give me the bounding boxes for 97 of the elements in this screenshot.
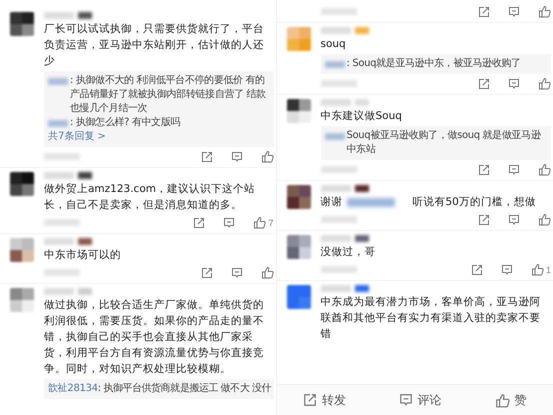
blurred-date	[320, 8, 356, 15]
share-icon	[478, 78, 490, 90]
thumbs-up-icon	[494, 392, 510, 408]
comment-button[interactable]	[230, 266, 242, 278]
blurred-date	[320, 166, 356, 173]
comment-button[interactable]	[508, 214, 520, 226]
blurred-username	[320, 27, 368, 34]
blurred-username	[324, 61, 344, 68]
comment-icon	[230, 150, 242, 162]
share-icon	[478, 6, 490, 18]
comment-icon	[508, 78, 520, 90]
comment-button[interactable]	[223, 216, 236, 228]
reply-text: : 执御怎么样? 有中文版吗	[70, 116, 182, 130]
avatar[interactable]	[286, 185, 310, 209]
thumbs-up-icon	[530, 263, 544, 276]
share-button[interactable]	[478, 164, 490, 176]
blurred-date	[44, 153, 80, 160]
like-button[interactable]	[538, 5, 551, 18]
like-button[interactable]: 1	[530, 263, 551, 276]
blurred-username	[48, 78, 68, 85]
share-icon	[200, 150, 212, 162]
share-icon	[478, 214, 490, 226]
thumbs-up-icon	[538, 213, 551, 226]
blurred-username	[44, 288, 92, 295]
share-icon	[200, 266, 212, 278]
avatar[interactable]	[10, 172, 34, 196]
comment-button[interactable]	[508, 164, 520, 176]
blurred-username	[320, 285, 368, 292]
comment-text: souq	[320, 37, 347, 52]
thumbs-up-icon	[260, 266, 274, 279]
blurred-username	[324, 133, 344, 140]
share-icon	[302, 393, 317, 407]
comment-icon	[508, 164, 520, 176]
thumbs-up-icon	[260, 150, 274, 163]
blurred-username	[320, 185, 368, 192]
like-button[interactable]	[260, 266, 274, 279]
blurred-username	[44, 172, 92, 179]
comment-button[interactable]: 评论	[392, 390, 448, 410]
blurred-date	[44, 219, 80, 226]
comment-icon	[230, 266, 242, 278]
like-button[interactable]	[538, 163, 551, 176]
comment-icon	[508, 6, 520, 18]
thumbs-up-icon	[538, 77, 551, 90]
blurred-mention	[346, 198, 394, 206]
avatar[interactable]	[286, 99, 310, 123]
share-icon	[470, 264, 483, 276]
blurred-username	[44, 238, 92, 245]
comment-button[interactable]	[508, 6, 520, 18]
comment-button[interactable]	[508, 78, 520, 90]
blurred-date	[44, 269, 80, 276]
comment-text: 听说有50万的门槛，想做	[412, 195, 536, 210]
comment-button[interactable]	[500, 264, 513, 276]
blurred-date	[320, 80, 356, 87]
more-replies-link[interactable]: 共7条回复 >	[48, 130, 106, 144]
blurred-username	[44, 12, 92, 19]
comment-icon	[223, 216, 236, 228]
comment-button[interactable]	[230, 150, 242, 162]
share-button[interactable]	[200, 266, 212, 278]
thumbs-up-icon	[538, 5, 551, 18]
reply-text: : 执御平台供货商就是搬运工 做不大 没什	[98, 382, 272, 396]
share-button[interactable]	[193, 216, 206, 228]
blurred-username	[48, 120, 68, 127]
comment-text: 做外贸上amz123.com，建议认识下这个站长，自己不是卖家，但是消息知道的多。	[44, 182, 256, 213]
reply-text: : Souq就是亚马逊中东，被亚马逊收购了	[346, 57, 522, 71]
comment-text: 厂长可以试试执御，只需要供货就行了，平台负责运营，亚马逊中东站刚开，估计做的人还少	[44, 22, 265, 69]
blurred-username	[320, 99, 368, 106]
blurred-date	[320, 216, 356, 223]
comment-text: 没做过，哥	[320, 245, 376, 260]
like-button[interactable]: 赞	[488, 390, 533, 410]
reply-author[interactable]: 歆祉28134	[48, 382, 98, 396]
like-button[interactable]	[538, 77, 551, 90]
comment-icon	[398, 393, 413, 407]
share-button[interactable]	[478, 6, 490, 18]
thumbs-up-icon	[253, 216, 266, 229]
comment-text: 中东成为最有潜力市场，客单价高，亚马逊阿联酋和其他平台有实力有渠道入驻的卖家不要错	[320, 295, 542, 342]
comment-icon	[500, 264, 513, 276]
reply-text: : 执御做不大的 利润低平台不停的要低价 有的产品销量好了就被执御内部转链接自营了 结款也慢几个月结一次	[70, 74, 267, 116]
reply-text: Souq被亚马逊收购了，做souq 就是做亚马逊中东站	[346, 129, 542, 157]
thumbs-up-icon	[538, 163, 551, 176]
comment-text: 做过执御，比较合适生产厂家做。单纯供货的利润很低，需要压货。如果你的产品走的量不错，执御自己的买手也会直接从其他厂家采货，利用平台方自有资源流量优势与你直接竞争。同时，对知识产权处理比较模糊。	[44, 298, 265, 377]
comment-text: 谢谢	[320, 195, 342, 210]
share-button[interactable]	[470, 264, 483, 276]
share-button[interactable]	[478, 214, 490, 226]
avatar[interactable]	[10, 12, 34, 36]
share-button[interactable]	[478, 78, 490, 90]
like-button[interactable]	[260, 150, 274, 163]
comment-text: 中东建议做Souq	[320, 109, 403, 124]
share-button[interactable]: 转发	[296, 390, 352, 410]
comment-icon	[508, 214, 520, 226]
blurred-username	[320, 235, 368, 242]
blurred-date	[320, 266, 356, 273]
share-icon	[193, 216, 206, 228]
like-button[interactable]: 7	[253, 216, 274, 229]
share-button[interactable]	[200, 150, 212, 162]
share-icon	[478, 164, 490, 176]
like-button[interactable]	[538, 213, 551, 226]
comment-text: 中东市场可以的	[44, 248, 122, 263]
